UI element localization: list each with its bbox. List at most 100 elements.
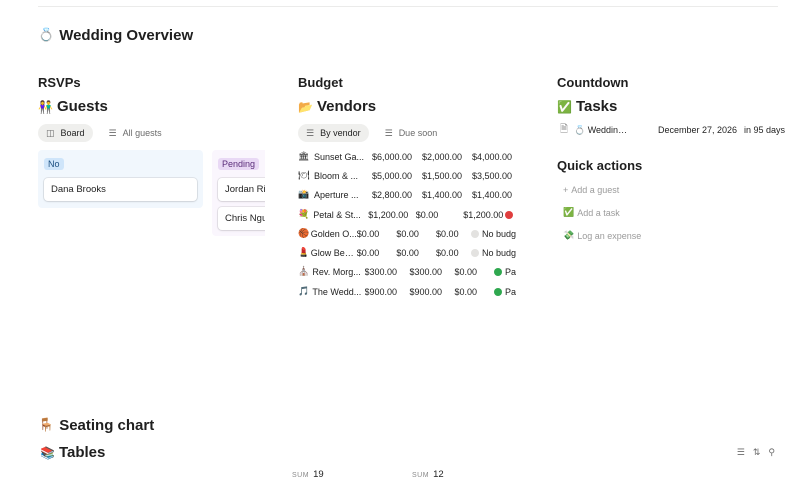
table-row[interactable]: 🎵 The Wedd... $900.00 $900.00 $0.00 Pa: [298, 282, 516, 301]
money-icon: 💸: [563, 231, 575, 241]
board-icon: ◫: [46, 127, 55, 138]
status-badge: No: [44, 158, 64, 170]
amount-cell: $2,800.00: [372, 190, 413, 201]
vendor-icon: 💄: [298, 248, 310, 259]
amount-cell: $2,000.00: [422, 151, 463, 162]
books-icon: 📚: [40, 445, 55, 460]
vendors-view-tabs: ☰ By vendor ☰ Due soon: [298, 124, 445, 142]
amount-cell: $1,200.00: [368, 209, 409, 220]
page-title: 💍 Wedding Overview: [38, 27, 193, 44]
list-icon: ☰: [108, 127, 117, 138]
plus-icon: +: [563, 185, 569, 195]
tab-all-guests-label: All guests: [122, 128, 162, 138]
add-guest-label: Add a guest: [571, 185, 620, 195]
tab-board[interactable]: ◫ Board: [38, 124, 93, 142]
tab-by-vendor[interactable]: ☰ By vendor: [298, 124, 369, 142]
vendor-name: Aperture ...: [314, 190, 359, 201]
amount-cell: $1,400.00: [422, 190, 463, 201]
guests-db-title[interactable]: 👫 Guests: [38, 98, 108, 115]
tasks-db-title[interactable]: ✅ Tasks: [557, 98, 617, 115]
log-expense-label: Log an expense: [577, 231, 642, 241]
status-text: No budg: [481, 248, 516, 259]
sum-value: 19: [313, 469, 324, 480]
table-row[interactable]: 💄 Glow Bea... $0.00 $0.00 $0.00 No budg: [298, 243, 516, 262]
amount-cell: $5,000.00: [372, 170, 413, 181]
vendors-db-title-text: Vendors: [316, 98, 377, 115]
table-row[interactable]: 💐 Petal & St... $1,200.00 $0.00 $1,200.00: [298, 205, 516, 224]
amount-cell: $0.00: [454, 267, 477, 278]
sort-icon[interactable]: ⇅: [753, 447, 761, 458]
task-name: 💍 Wedding ...: [574, 124, 632, 135]
amount-cell: $0.00: [396, 228, 419, 239]
countdown-heading: Countdown: [557, 75, 629, 90]
sum-cell: SUM 19: [292, 469, 324, 480]
amount-cell: $3,500.00: [472, 170, 513, 181]
status-text: Pa: [505, 286, 516, 297]
vendor-name: The Wedd...: [312, 286, 362, 297]
status-badge: Pending: [218, 158, 260, 170]
tab-due-soon-label: Due soon: [398, 128, 438, 138]
tab-all-guests[interactable]: ☰ All guests: [101, 124, 170, 142]
amount-cell: $0.00: [436, 248, 459, 259]
table-row[interactable]: 🍽 Bloom & ... $5,000.00 $1,500.00 $3,500.00: [298, 166, 516, 185]
ring-icon: 💍: [38, 28, 55, 43]
tables-db-title-text: Tables: [58, 444, 106, 461]
task-countdown: in 95 days: [744, 125, 786, 135]
sum-label: SUM: [292, 472, 310, 479]
status-dot-icon: [505, 210, 514, 219]
amount-cell: $0.00: [415, 209, 439, 220]
add-task-button[interactable]: ✅ Add a task: [563, 208, 620, 218]
guests-board: No Dana Brooks Pending Jordan Riv Chris …: [38, 150, 265, 240]
search-icon[interactable]: ⚲: [768, 447, 775, 458]
check-badge-icon: ✅: [557, 99, 572, 114]
tables-db-title[interactable]: 📚 Tables: [40, 444, 105, 461]
vendor-icon: ⛪: [298, 267, 310, 278]
table-row[interactable]: 📸 Aperture ... $2,800.00 $1,400.00 $1,400.00: [298, 186, 516, 205]
amount-cell: $1,400.00: [472, 190, 513, 201]
vendors-db-title[interactable]: 📂 Vendors: [298, 98, 376, 115]
log-expense-button[interactable]: 💸 Log an expense: [563, 231, 641, 241]
vendor-icon: 💐: [298, 209, 310, 220]
people-icon: 👫: [38, 99, 53, 114]
amount-cell: $300.00: [364, 267, 398, 278]
task-row[interactable]: 🗎 💍 Wedding ... December 27, 2026 in 95 …: [560, 123, 785, 137]
check-icon: ✅: [563, 208, 575, 218]
guest-card[interactable]: Dana Brooks: [44, 178, 197, 201]
amount-cell: $300.00: [409, 267, 443, 278]
sum-label: SUM: [412, 472, 430, 479]
vendor-icon: 📸: [298, 190, 310, 201]
vendor-name: Bloom & ...: [314, 170, 359, 181]
vendor-name: Rev. Morg...: [312, 267, 361, 278]
vendor-name: Golden O...: [310, 228, 357, 239]
amount-cell: $0.00: [356, 228, 380, 239]
guests-db-title-text: Guests: [56, 98, 108, 115]
amount-cell: $6,000.00: [372, 151, 413, 162]
table-row[interactable]: 🏀 Golden O... $0.00 $0.00 $0.00 No budg: [298, 224, 516, 243]
guest-card[interactable]: Jordan Riv: [218, 178, 265, 201]
budget-heading: Budget: [298, 75, 343, 90]
add-guest-button[interactable]: + Add a guest: [563, 185, 619, 195]
amount-cell: $0.00: [436, 228, 459, 239]
guest-card[interactable]: Chris Ngu: [218, 207, 265, 230]
chair-icon: 🪑: [38, 418, 55, 433]
vendor-icon: 🏀: [298, 228, 310, 239]
table-row[interactable]: 🏛 Sunset Ga... $6,000.00 $2,000.00 $4,000.00: [298, 147, 516, 166]
tab-by-vendor-label: By vendor: [320, 128, 361, 138]
amount-cell: $0.00: [396, 248, 419, 259]
vendor-icon: 🎵: [298, 286, 310, 297]
seating-chart-title-text: Seating chart: [59, 417, 155, 434]
vendor-name: Glow Bea...: [310, 248, 357, 259]
filter-icon[interactable]: ☰: [737, 447, 745, 458]
page-title-text: Wedding Overview: [59, 27, 194, 44]
status-text: Pa: [505, 267, 516, 278]
seating-chart-title: 🪑 Seating chart: [38, 417, 154, 434]
add-task-label: Add a task: [577, 208, 620, 218]
vendor-name: Petal & St...: [313, 209, 361, 220]
sum-cell: SUM 12: [412, 469, 444, 480]
table-row[interactable]: ⛪ Rev. Morg... $300.00 $300.00 $0.00 Pa: [298, 263, 516, 282]
board-column-no: No Dana Brooks: [38, 150, 203, 208]
list-icon: ☰: [384, 127, 393, 138]
status-text: No budg: [481, 228, 516, 239]
tab-due-soon[interactable]: ☰ Due soon: [377, 124, 446, 142]
amount-cell: $4,000.00: [472, 151, 513, 162]
